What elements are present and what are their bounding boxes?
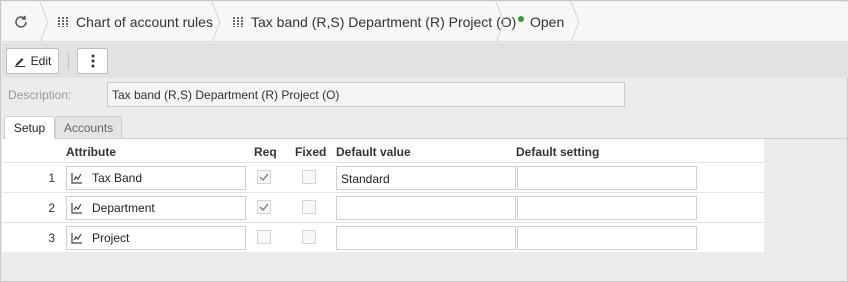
breadcrumb-item-current-rule[interactable]: Tax band (R,S) Department (R) Project (O… xyxy=(233,2,516,42)
refresh-button[interactable] xyxy=(2,2,40,42)
breadcrumb-separator xyxy=(39,2,49,42)
grid-icon xyxy=(58,17,68,27)
breadcrumb-separator xyxy=(211,2,221,42)
attribute-field[interactable]: Tax Band xyxy=(66,166,246,190)
more-options-button[interactable] xyxy=(77,48,108,74)
attribute-label: Department xyxy=(92,201,155,215)
default-value-field[interactable]: Standard xyxy=(336,166,516,190)
breadcrumb-separator xyxy=(570,2,580,42)
fixed-checkbox[interactable] xyxy=(302,200,316,214)
edit-label: Edit xyxy=(30,54,52,68)
row-number: 2 xyxy=(48,201,55,215)
attribute-field[interactable]: Project xyxy=(66,226,246,250)
fixed-checkbox[interactable] xyxy=(302,170,316,184)
row-number: 1 xyxy=(48,171,55,185)
req-checkbox[interactable] xyxy=(257,170,271,184)
header-req: Req xyxy=(254,145,277,159)
checkmark-icon xyxy=(259,173,269,182)
status-dot-icon xyxy=(518,16,524,22)
default-setting-field[interactable] xyxy=(517,166,697,190)
default-setting-field[interactable] xyxy=(517,196,697,220)
pencil-icon xyxy=(14,58,25,67)
header-attribute: Attribute xyxy=(66,145,116,159)
breadcrumb: Chart of account rules Tax band (R,S) De… xyxy=(2,2,848,42)
status-badge: Open xyxy=(518,2,564,42)
checkmark-icon xyxy=(259,203,269,212)
attribute-label: Project xyxy=(92,231,130,245)
chart-icon xyxy=(71,172,82,184)
more-vertical-icon xyxy=(91,54,94,68)
chart-icon xyxy=(71,202,82,214)
attributes-table: Attribute Req Fixed Default value Defaul… xyxy=(2,139,764,252)
description-label: Description: xyxy=(8,88,72,102)
header-default-setting: Default setting xyxy=(516,145,600,159)
table-row: 1 Tax Band Standard xyxy=(2,162,764,192)
table-row: 3 Project xyxy=(2,222,764,252)
description-field[interactable]: Tax band (R,S) Department (R) Project (O… xyxy=(107,82,625,107)
status-label: Open xyxy=(530,14,565,30)
table-row: 2 Department xyxy=(2,192,764,222)
tab-setup[interactable]: Setup xyxy=(4,116,55,139)
breadcrumb-label: Tax band (R,S) Department (R) Project (O… xyxy=(251,14,517,30)
chart-icon xyxy=(71,232,82,244)
toolbar: Edit xyxy=(2,43,848,78)
tab-accounts[interactable]: Accounts xyxy=(55,116,122,139)
row-number: 3 xyxy=(48,231,55,245)
toolbar-divider xyxy=(68,52,69,70)
refresh-icon xyxy=(15,15,27,28)
header-fixed: Fixed xyxy=(295,145,327,159)
default-value-field[interactable] xyxy=(336,196,516,220)
breadcrumb-separator xyxy=(495,2,505,42)
default-setting-field[interactable] xyxy=(517,226,697,250)
breadcrumb-item-chart-of-account-rules[interactable]: Chart of account rules xyxy=(58,2,213,42)
req-checkbox[interactable] xyxy=(257,200,271,214)
attribute-field[interactable]: Department xyxy=(66,196,246,220)
window: Chart of account rules Tax band (R,S) De… xyxy=(0,0,848,282)
breadcrumb-label: Chart of account rules xyxy=(76,14,213,30)
default-value-field[interactable] xyxy=(336,226,516,250)
fixed-checkbox[interactable] xyxy=(302,230,316,244)
grid-icon xyxy=(233,17,243,27)
req-checkbox[interactable] xyxy=(257,230,271,244)
edit-button[interactable]: Edit xyxy=(6,48,59,74)
header-default-value: Default value xyxy=(336,145,411,159)
attribute-label: Tax Band xyxy=(92,171,143,185)
